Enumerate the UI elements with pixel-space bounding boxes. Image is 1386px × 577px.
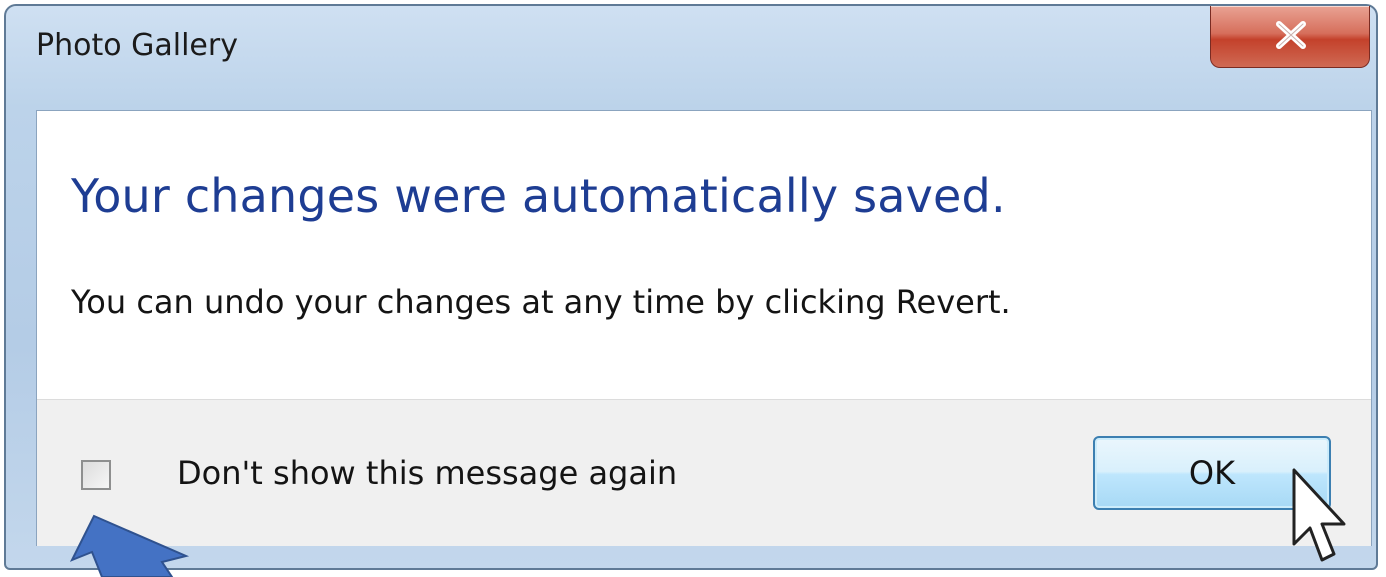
close-icon [1276, 21, 1306, 49]
mouse-pointer-icon [1292, 468, 1346, 562]
window-title: Photo Gallery [36, 28, 238, 63]
main-instruction: Your changes were automatically saved. [71, 169, 1006, 223]
dialog-content: Your changes were automatically saved. Y… [36, 110, 1372, 546]
dont-show-again-label[interactable]: Don't show this message again [177, 454, 677, 492]
dialog-message: You can undo your changes at any time by… [71, 283, 1011, 321]
dialog-footer: Don't show this message again OK [37, 399, 1371, 546]
dont-show-again-checkbox[interactable] [81, 460, 111, 490]
close-button[interactable] [1210, 6, 1370, 68]
screenshot-stage: Photo Gallery Your changes were automati… [0, 0, 1386, 577]
annotation-arrow [69, 514, 190, 577]
dialog-window: Photo Gallery Your changes were automati… [4, 4, 1378, 570]
title-bar: Photo Gallery [6, 6, 1376, 104]
